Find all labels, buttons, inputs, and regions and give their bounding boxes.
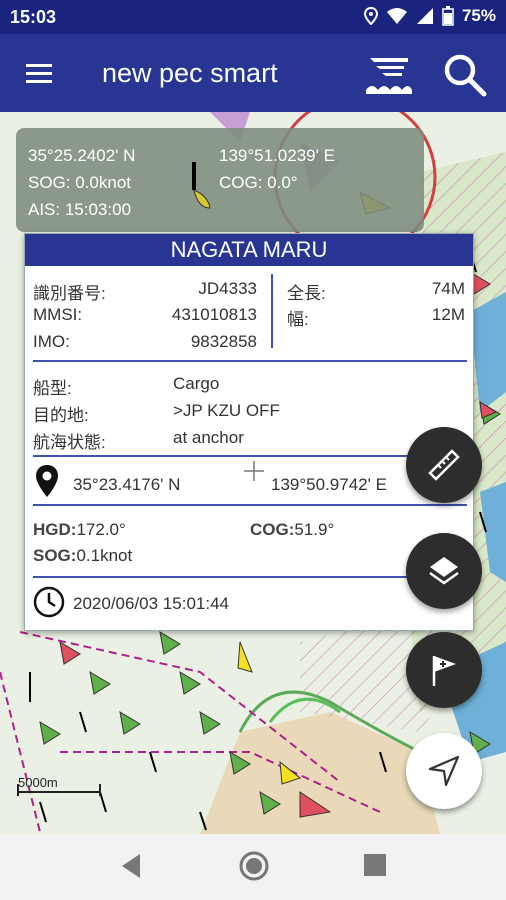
type-value: Cargo — [173, 374, 220, 393]
layers-icon — [429, 557, 459, 585]
position-panel: 35°25.2402' N 139°51.0239' E SOG: 0.0kno… — [16, 128, 424, 232]
home-icon[interactable] — [238, 850, 270, 882]
measure-button[interactable] — [406, 427, 482, 503]
report-timestamp: 2020/06/03 15:01:44 — [73, 594, 229, 613]
recents-icon[interactable] — [362, 852, 388, 878]
ship-name: NAGATA MARU — [25, 234, 473, 266]
destination-label: 目的地: — [33, 406, 89, 425]
position-cog: COG: 0.0° — [219, 173, 298, 192]
nav-status-label: 航海状態: — [33, 433, 106, 452]
mmsi-value: 431010813 — [171, 305, 257, 324]
add-waypoint-button[interactable] — [406, 632, 482, 708]
wifi-icon — [386, 8, 407, 24]
flag-icon — [432, 656, 456, 686]
my-location-button[interactable] — [406, 733, 482, 809]
hgd-value: 172.0° — [76, 520, 126, 539]
cog-line: COG:51.9° — [250, 520, 334, 540]
status-time: 15:03 — [10, 7, 57, 27]
destination-value: >JP KZU OFF — [173, 401, 280, 420]
sog-line: SOG:0.1knot — [33, 546, 132, 566]
card-divider — [33, 360, 467, 362]
imo-value: 9832858 — [190, 332, 257, 351]
battery-level: 75% — [461, 6, 496, 25]
width-value: 12M — [431, 305, 465, 324]
card-divider — [33, 455, 467, 457]
width-label: 幅: — [287, 310, 309, 329]
length-label: 全長: — [287, 284, 326, 303]
hgd-line: HGD:172.0° — [33, 520, 126, 540]
imo-label: IMO: — [33, 332, 70, 351]
hgd-label: HGD: — [33, 520, 77, 539]
id-value: JD4333 — [198, 279, 257, 298]
location-icon — [363, 7, 378, 25]
battery-icon — [442, 6, 454, 26]
signal-icon — [416, 8, 433, 24]
status-icons: 75% — [363, 6, 496, 26]
card-vertical-divider — [271, 274, 273, 348]
scale-bar-label: 5000m — [18, 775, 58, 790]
card-divider — [33, 504, 467, 506]
position-lon: 139°51.0239' E — [219, 146, 335, 165]
sog-value: 0.1knot — [76, 546, 133, 565]
location-pin-icon — [36, 465, 58, 497]
cog-label: COG: — [250, 520, 295, 539]
sog-label: SOG: — [33, 546, 77, 565]
tide-icon[interactable] — [364, 52, 414, 96]
position-lat: 35°25.2402' N — [28, 146, 136, 165]
system-nav-bar — [0, 834, 506, 900]
menu-icon[interactable] — [22, 58, 58, 88]
status-bar: 15:03 75% — [0, 0, 506, 34]
card-divider — [33, 576, 467, 578]
own-ship-icon — [192, 162, 211, 209]
ship-lat: 35°23.4176' N — [73, 475, 181, 494]
crosshair-icon — [244, 461, 264, 481]
type-label: 船型: — [33, 379, 72, 398]
app-title: new pec smart — [102, 58, 278, 88]
search-icon[interactable] — [440, 50, 488, 98]
nav-status-value: at anchor — [173, 428, 244, 447]
navigation-arrow-icon — [428, 755, 460, 787]
layers-button[interactable] — [406, 533, 482, 609]
clock-icon — [33, 586, 65, 618]
ruler-icon — [428, 449, 460, 481]
position-ais-time: AIS: 15:03:00 — [28, 200, 132, 219]
id-label: 識別番号: — [33, 284, 106, 303]
ship-lon: 139°50.9742' E — [271, 475, 387, 494]
back-icon[interactable] — [118, 852, 144, 880]
cog-value: 51.9° — [294, 520, 335, 539]
length-value: 74M — [431, 279, 465, 298]
app-bar: new pec smart — [0, 34, 506, 112]
position-sog: SOG: 0.0knot — [28, 173, 131, 192]
mmsi-label: MMSI: — [33, 305, 83, 324]
